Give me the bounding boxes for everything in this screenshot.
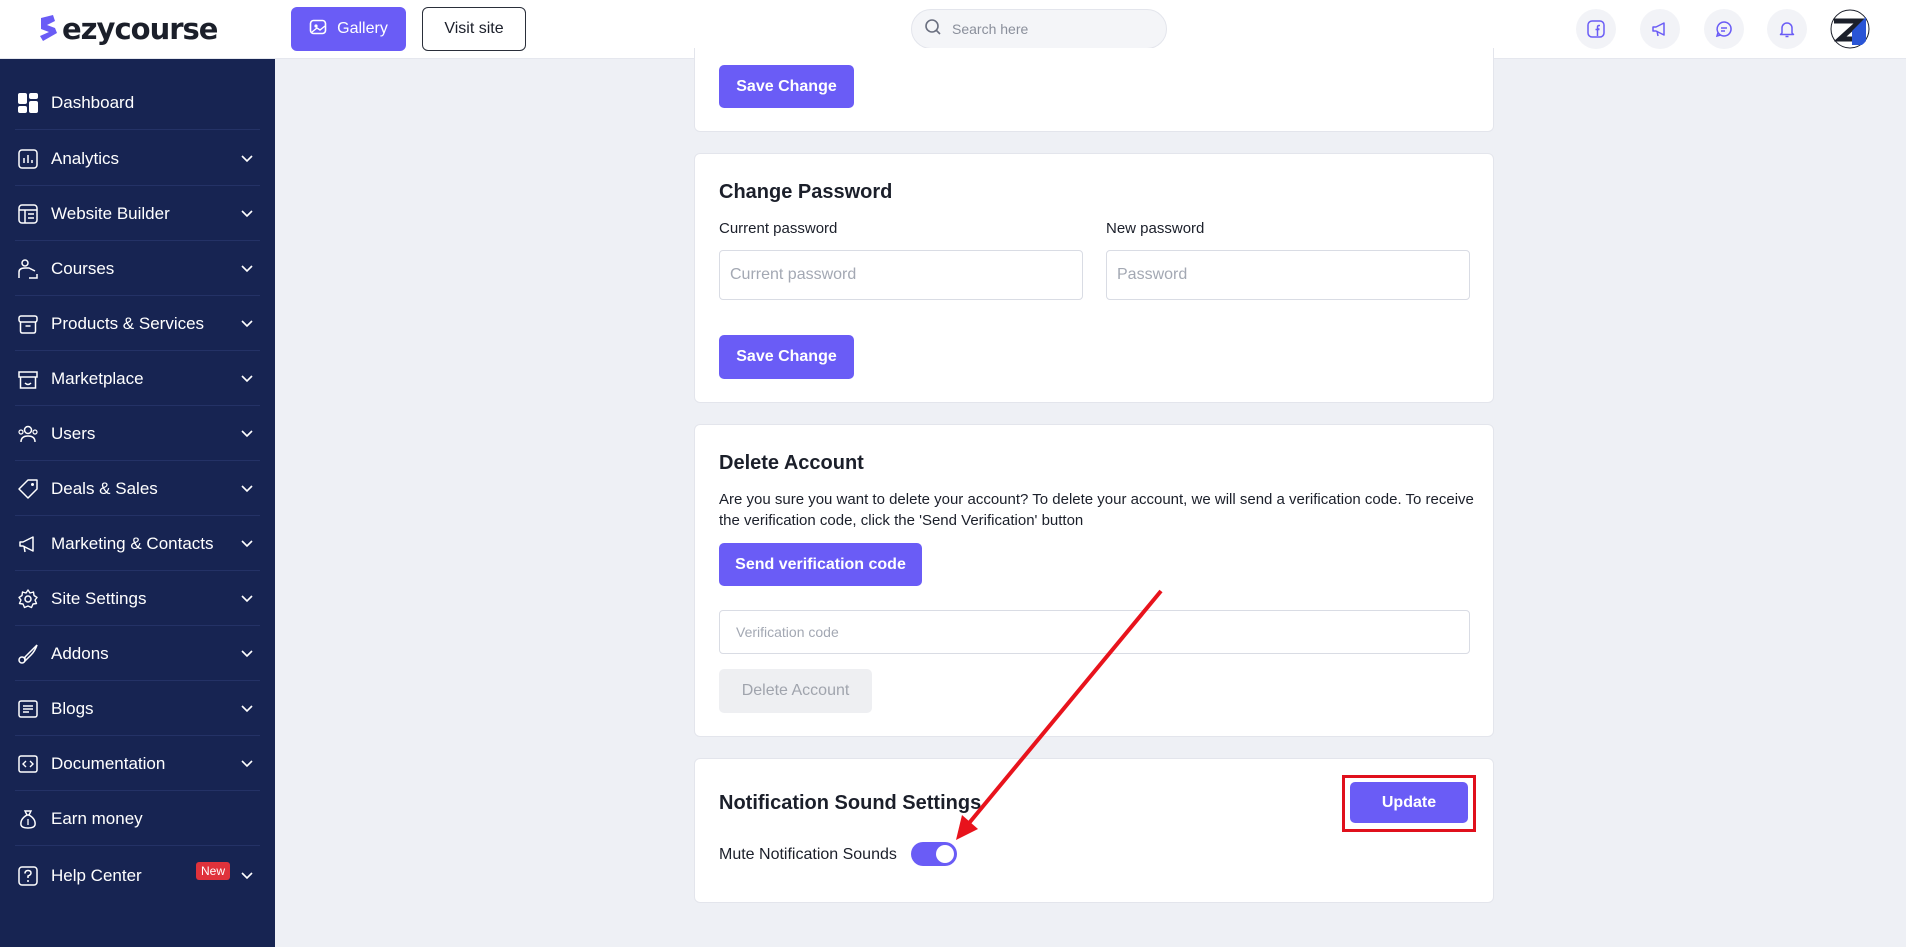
sidebar-item-label: Earn money [51,808,143,828]
sidebar-item-label: Dashboard [51,92,135,112]
update-highlight-box [1342,775,1476,832]
sidebar-item-label: Users [51,423,96,443]
mute-notification-toggle[interactable] [911,842,957,866]
sidebar-item-products-services[interactable]: Products & Services [0,296,275,351]
blog-icon [17,698,39,720]
store-icon [17,368,39,390]
chevron-down-icon [241,595,253,603]
sidebar-item-label: Analytics [51,148,120,168]
chevron-down-icon [241,872,253,880]
sidebar-item-documentation[interactable]: Documentation [0,736,275,791]
courses-icon [17,258,39,280]
save-change-button[interactable]: Save Change [719,335,854,379]
search-bar [911,9,1167,49]
sidebar-item-label: Courses [51,258,115,278]
sidebar-item-earn-money[interactable]: Earn money [0,791,275,846]
bell-icon[interactable] [1767,9,1807,49]
sidebar-item-deals-sales[interactable]: Deals & Sales [0,461,275,516]
sidebar-item-label: Marketplace [51,368,144,388]
sidebar-item-marketplace[interactable]: Marketplace [0,351,275,406]
dashboard-icon [17,92,39,114]
new-password-field[interactable] [1106,250,1470,300]
chevron-down-icon [241,430,253,438]
avatar[interactable] [1830,9,1870,49]
send-verification-code-button[interactable]: Send verification code [719,543,922,586]
sidebar-item-help-center[interactable]: Help Center New [0,848,275,903]
sidebar-item-label: Marketing & Contacts [51,533,214,553]
logo-text: ezycourse [62,12,218,46]
chevron-down-icon [241,485,253,493]
save-change-button[interactable]: Save Change [719,65,854,108]
chevron-down-icon [241,650,253,658]
delete-account-card: Delete Account Are you sure you want to … [694,424,1494,737]
profile-card: Save Change [694,48,1494,132]
chevron-down-icon [241,375,253,383]
card-title: Change Password [719,181,893,203]
search-icon [924,18,942,41]
chat-icon[interactable] [1704,9,1744,49]
chevron-down-icon [241,760,253,768]
change-password-card: Change Password Current password New pas… [694,153,1494,403]
sidebar-item-website-builder[interactable]: Website Builder [0,186,275,241]
new-badge: New [196,862,231,880]
sidebar-item-dashboard[interactable]: Dashboard [0,75,275,130]
toggle-knob [936,845,954,863]
visit-site-button[interactable]: Visit site [422,7,526,51]
gallery-button[interactable]: Gallery [291,7,406,51]
sidebar-item-courses[interactable]: Courses [0,241,275,296]
gallery-button-label: Gallery [337,20,388,37]
sidebar: Dashboard Analytics Website Builder Cour… [0,59,275,947]
analytics-icon [17,148,39,170]
verification-code-field[interactable] [719,610,1470,654]
sidebar-item-label: Site Settings [51,588,147,608]
megaphone-icon [17,533,39,555]
megaphone-icon[interactable] [1640,9,1680,49]
help-icon [17,865,39,887]
current-password-field[interactable] [719,250,1083,300]
sidebar-item-label: Documentation [51,753,166,773]
sidebar-item-site-settings[interactable]: Site Settings [0,571,275,626]
logo-mark-icon [38,14,58,44]
sidebar-item-label: Products & Services [51,313,205,333]
chevron-down-icon [241,210,253,218]
sidebar-item-label: Blogs [51,698,94,718]
gear-icon [17,588,39,610]
chevron-down-icon [241,540,253,548]
sidebar-item-analytics[interactable]: Analytics [0,131,275,186]
chevron-down-icon [241,155,253,163]
search-input[interactable] [952,21,1142,37]
sidebar-item-label: Deals & Sales [51,478,158,498]
logo[interactable]: ezycourse [38,12,218,46]
card-title: Notification Sound Settings [719,792,982,814]
box-icon [17,313,39,335]
sidebar-item-label: Addons [51,643,109,663]
chevron-down-icon [241,265,253,273]
sidebar-item-label: Help Center [51,865,142,885]
current-password-label: Current password [719,220,838,237]
gallery-icon [309,18,327,41]
new-password-label: New password [1106,220,1205,237]
documentation-icon [17,753,39,775]
card-title: Delete Account [719,452,864,474]
delete-account-button[interactable]: Delete Account [719,669,872,713]
sidebar-item-blogs[interactable]: Blogs [0,681,275,736]
sidebar-item-users[interactable]: Users [0,406,275,461]
sidebar-item-marketing-contacts[interactable]: Marketing & Contacts [0,516,275,571]
mute-notification-label: Mute Notification Sounds [719,846,897,863]
users-icon [17,423,39,445]
delete-account-description: Are you sure you want to delete your acc… [719,491,1474,529]
tag-icon [17,478,39,500]
money-bag-icon [17,808,39,830]
website-builder-icon [17,203,39,225]
sidebar-item-label: Website Builder [51,203,170,223]
chevron-down-icon [241,705,253,713]
sidebar-item-addons[interactable]: Addons [0,626,275,681]
facebook-icon[interactable] [1576,9,1616,49]
addons-icon [17,643,39,665]
chevron-down-icon [241,320,253,328]
